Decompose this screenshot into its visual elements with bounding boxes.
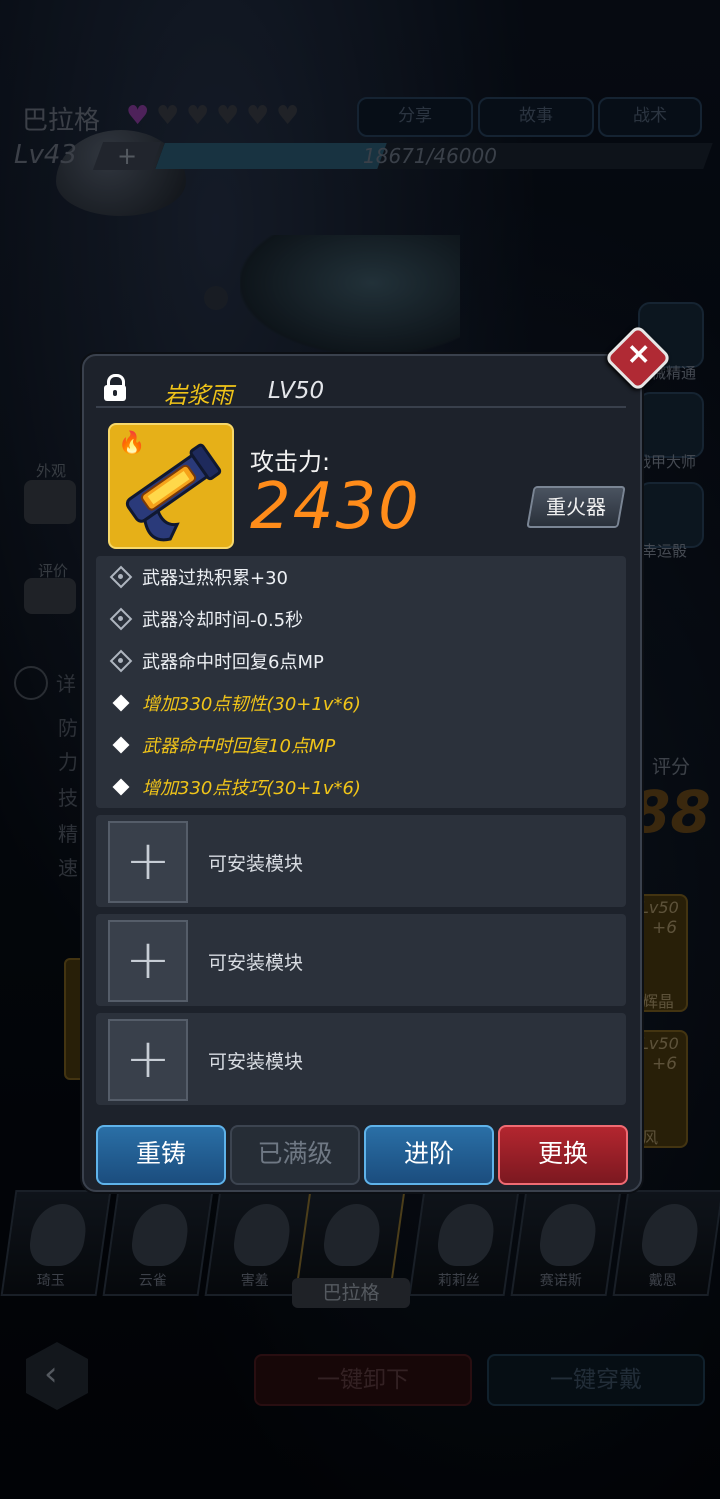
gear-icon bbox=[112, 652, 130, 670]
maxed-button: 已满级 bbox=[230, 1125, 360, 1185]
replace-button[interactable]: 更换 bbox=[498, 1125, 628, 1185]
attribute-row: 武器过热积累+30 bbox=[96, 556, 626, 598]
attribute-list: 武器过热积累+30 武器冷却时间-0.5秒 武器命中时回复6点MP 增加330点… bbox=[96, 556, 626, 808]
attribute-row: 增加330点韧性(30+1v*6) bbox=[96, 682, 626, 724]
advance-button[interactable]: 进阶 bbox=[364, 1125, 494, 1185]
plus-icon: + bbox=[125, 1027, 171, 1090]
item-name: 岩浆雨 bbox=[164, 383, 233, 409]
diamond-icon bbox=[112, 778, 130, 796]
item-level: LV50 bbox=[268, 378, 325, 404]
attribute-text: 武器冷却时间-0.5秒 bbox=[142, 610, 304, 631]
attribute-row: 武器命中时回复6点MP bbox=[96, 640, 626, 682]
module-slot-frame: + bbox=[108, 1019, 188, 1101]
module-slot-frame: + bbox=[108, 920, 188, 1002]
weapon-image: 🔥 bbox=[108, 423, 234, 549]
diamond-icon bbox=[112, 736, 130, 754]
attribute-text: 增加330点韧性(30+1v*6) bbox=[142, 694, 361, 715]
module-slot[interactable]: + 可安装模块 bbox=[96, 914, 626, 1006]
module-slot-label: 可安装模块 bbox=[208, 1051, 304, 1073]
plus-icon: + bbox=[125, 928, 171, 991]
attack-value: 2430 bbox=[250, 470, 421, 544]
close-icon: × bbox=[626, 336, 652, 372]
attribute-text: 武器过热积累+30 bbox=[142, 568, 288, 589]
module-slot[interactable]: + 可安装模块 bbox=[96, 815, 626, 907]
attribute-row: 增加330点技巧(30+1v*6) bbox=[96, 766, 626, 808]
attribute-row: 武器命中时回复10点MP bbox=[96, 724, 626, 766]
gear-icon bbox=[112, 610, 130, 628]
weapon-type-label: 重火器 bbox=[546, 495, 606, 519]
module-slot-frame: + bbox=[108, 821, 188, 903]
recast-button[interactable]: 重铸 bbox=[96, 1125, 226, 1185]
attribute-text: 武器命中时回复10点MP bbox=[142, 736, 336, 757]
plus-icon: + bbox=[125, 829, 171, 892]
divider bbox=[96, 406, 626, 408]
attribute-text: 增加330点技巧(30+1v*6) bbox=[142, 778, 361, 799]
cannon-icon bbox=[125, 443, 222, 542]
module-slot-label: 可安装模块 bbox=[208, 853, 304, 875]
attribute-text: 武器命中时回复6点MP bbox=[142, 652, 324, 673]
attribute-row: 武器冷却时间-0.5秒 bbox=[96, 598, 626, 640]
module-slot[interactable]: + 可安装模块 bbox=[96, 1013, 626, 1105]
gear-icon bbox=[112, 568, 130, 586]
diamond-icon bbox=[112, 694, 130, 712]
weapon-type-badge: 重火器 bbox=[526, 486, 626, 528]
lock-icon[interactable] bbox=[104, 374, 126, 402]
module-slot-label: 可安装模块 bbox=[208, 952, 304, 974]
